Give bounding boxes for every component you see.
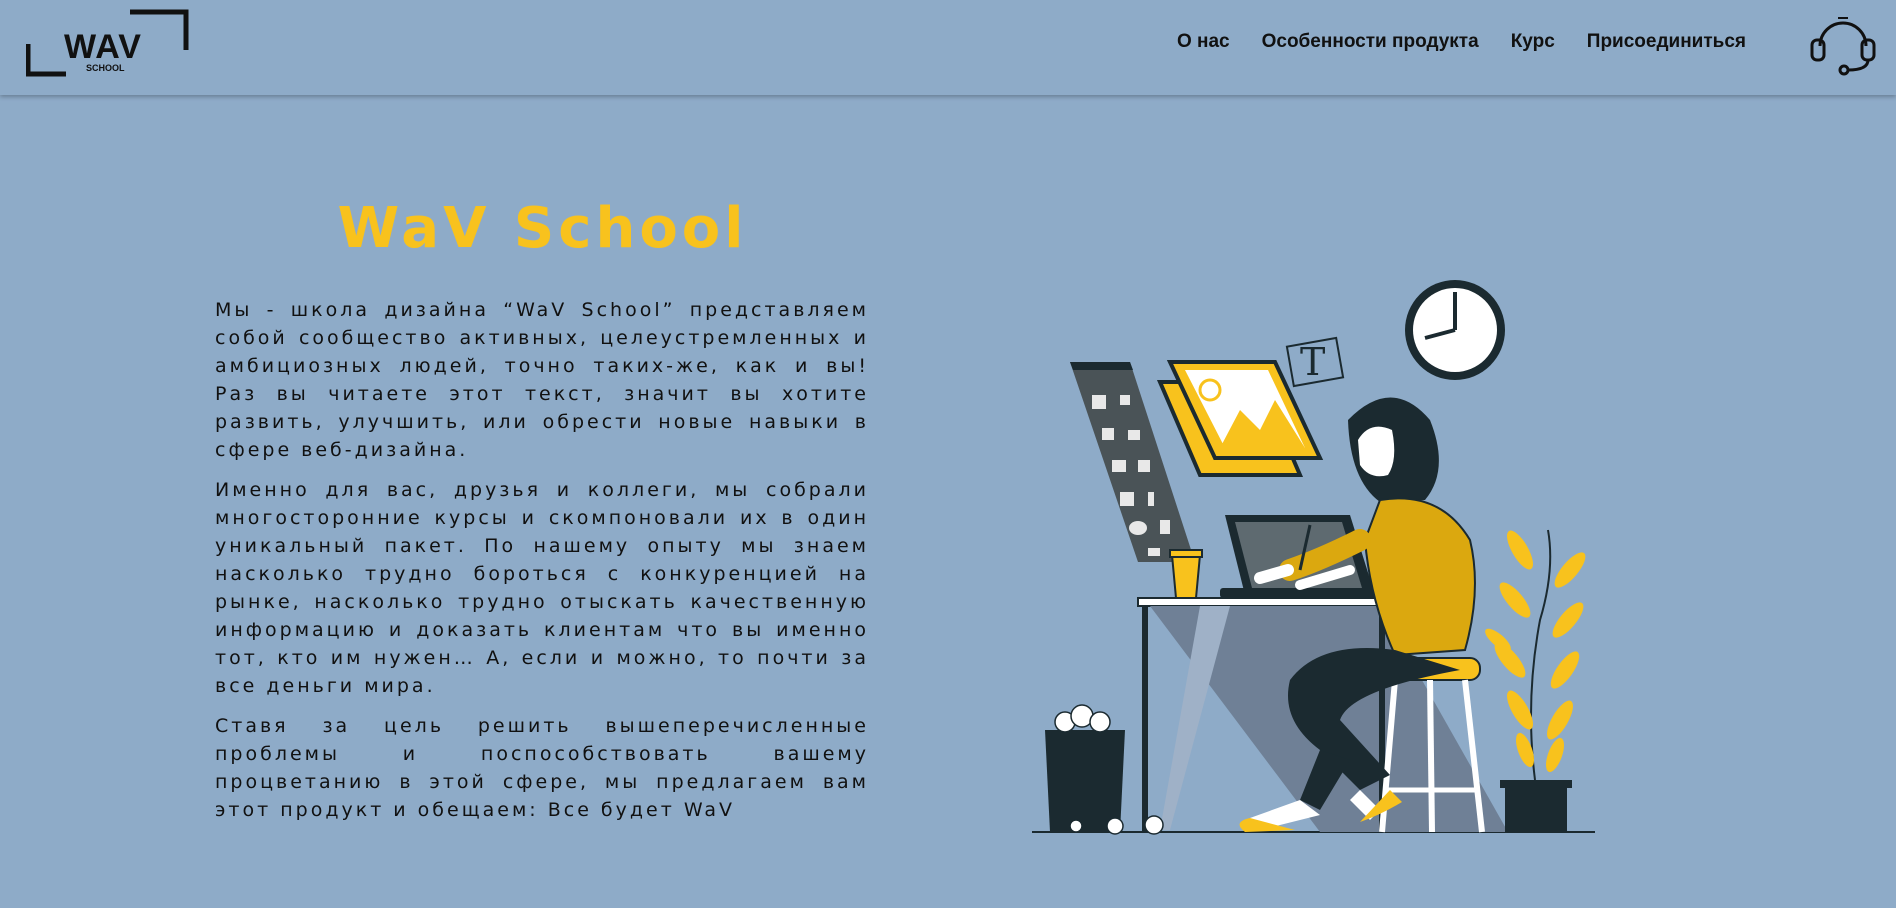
hero-description: Мы - школа дизайна “WaV School” представ… bbox=[215, 296, 869, 836]
nav-link-features[interactable]: Особенности продукта bbox=[1262, 31, 1479, 53]
wav-school-logo[interactable]: WAV SCHOOL bbox=[25, 8, 190, 78]
nav-link-about[interactable]: О нас bbox=[1177, 31, 1230, 53]
site-header: WAV SCHOOL О нас Особенности продукта Ку… bbox=[0, 0, 1896, 95]
designer-at-desk-illustration: T bbox=[1020, 270, 1620, 840]
nav-link-join[interactable]: Присоединиться bbox=[1587, 31, 1746, 53]
svg-text:T: T bbox=[1300, 340, 1325, 384]
logo-wordmark: WAV bbox=[64, 28, 142, 66]
plant-icon bbox=[1485, 529, 1586, 832]
logo-subtext: SCHOOL bbox=[86, 63, 125, 73]
text-tool-icon: T bbox=[1285, 336, 1345, 388]
hero-paragraph: Ставя за цель решить вышеперечисленные п… bbox=[215, 715, 869, 821]
hero-title: WaV School bbox=[337, 196, 748, 261]
headset-icon[interactable] bbox=[1808, 10, 1878, 76]
image-placeholder-icon bbox=[1156, 360, 1324, 477]
nav-link-course[interactable]: Курс bbox=[1511, 31, 1555, 53]
hero-paragraph: Именно для вас, друзья и коллеги, мы соб… bbox=[215, 479, 869, 697]
main-nav: О нас Особенности продукта Курс Присоеди… bbox=[1177, 0, 1746, 84]
hero-paragraph: Мы - школа дизайна “WaV School” представ… bbox=[215, 299, 869, 461]
clock-icon bbox=[1405, 280, 1505, 380]
